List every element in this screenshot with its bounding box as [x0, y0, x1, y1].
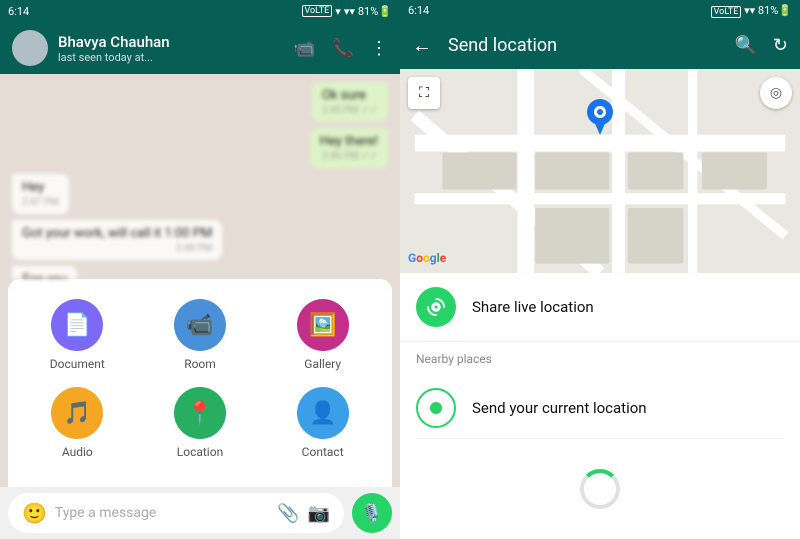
current-location-icon — [416, 388, 456, 428]
attachment-panel: 📄 Document 📹 Room 🖼️ Gallery 🎵 Audio 📍 L… — [8, 279, 392, 487]
location-header: ← Send location 🔍 ↻ — [400, 21, 800, 69]
chat-messages: Ok sure 2:45 PM ✓✓ Hey there! 2:46 PM ✓✓… — [0, 74, 400, 279]
left-time: 6:14 — [8, 5, 29, 18]
left-status-icons: VoLTE ▾ ▾▾ 81%🔋 — [302, 5, 393, 18]
attach-document[interactable]: 📄 Document — [24, 299, 131, 371]
document-icon: 📄 — [51, 299, 103, 351]
message-bubble: Hey there! 2:46 PM ✓✓ — [310, 128, 388, 168]
location-icon: 📍 — [174, 387, 226, 439]
contact-name: Bhavya Chauhan — [58, 33, 283, 51]
attachment-icon[interactable]: 📎 — [277, 503, 299, 524]
live-location-icon — [416, 287, 456, 327]
chat-input-bar: 🙂 Type a message 📎 📷 🎙️ — [0, 487, 400, 539]
attach-gallery[interactable]: 🖼️ Gallery — [269, 299, 376, 371]
right-panel: 6:14 VoLTE ▾▾ 81%🔋 ← Send location 🔍 ↻ — [400, 0, 800, 539]
voice-call-icon[interactable]: 📞 — [332, 38, 354, 59]
spinner-animation — [580, 469, 620, 509]
message-time: 2:48 PM — [22, 243, 212, 254]
live-location-label: Share live location — [472, 298, 594, 316]
right-volte-icon: VoLTE — [711, 6, 742, 18]
contact-info: Bhavya Chauhan last seen today at... — [58, 33, 283, 64]
left-panel: 6:14 VoLTE ▾ ▾▾ 81%🔋 Bhavya Chauhan last… — [0, 0, 400, 539]
my-location-button[interactable]: ◎ — [760, 77, 792, 109]
contact-label: Contact — [302, 445, 344, 459]
attach-room[interactable]: 📹 Room — [147, 299, 254, 371]
message-text: See you — [22, 272, 67, 279]
message-text: Got your work, will call it 1:00 PM — [22, 226, 212, 241]
attach-audio[interactable]: 🎵 Audio — [24, 387, 131, 459]
mic-button[interactable]: 🎙️ — [352, 493, 392, 533]
message-text: Hey — [22, 180, 59, 195]
attachment-grid: 📄 Document 📹 Room 🖼️ Gallery 🎵 Audio 📍 L… — [24, 299, 376, 459]
right-time: 6:14 — [408, 4, 429, 17]
message-text: Ok sure — [322, 88, 378, 103]
message-time: 2:46 PM ✓✓ — [320, 151, 378, 162]
room-icon: 📹 — [174, 299, 226, 351]
location-header-icons: 🔍 ↻ — [734, 35, 788, 56]
message-input[interactable]: Type a message — [55, 505, 269, 521]
google-logo: Google — [408, 251, 446, 265]
back-button[interactable]: ← — [412, 33, 432, 58]
room-label: Room — [184, 357, 216, 371]
audio-icon: 🎵 — [51, 387, 103, 439]
attach-location[interactable]: 📍 Location — [147, 387, 254, 459]
nearby-places-label: Nearby places — [416, 352, 784, 366]
message-bubble: See you 2:48 PM — [12, 266, 77, 279]
current-location-label: Send your current location — [472, 399, 647, 417]
avatar — [12, 30, 48, 66]
gallery-icon: 🖼️ — [297, 299, 349, 351]
message-bubble: Ok sure 2:45 PM ✓✓ — [312, 82, 388, 122]
map-expand-button[interactable]: ⛶ — [408, 77, 440, 109]
wifi-icon: ▾ — [335, 5, 341, 18]
message-bubble: Hey 2:47 PM — [12, 174, 69, 214]
battery-icon: 81%🔋 — [358, 5, 392, 18]
video-call-icon[interactable]: 📹 — [293, 38, 315, 59]
left-status-bar: 6:14 VoLTE ▾ ▾▾ 81%🔋 — [0, 0, 400, 22]
contact-icon: 👤 — [297, 387, 349, 439]
audio-label: Audio — [62, 445, 93, 459]
expand-icon: ⛶ — [419, 85, 429, 101]
map-container: ⛶ ◎ Google — [400, 69, 800, 273]
message-time: 2:45 PM ✓✓ — [322, 105, 378, 116]
search-icon[interactable]: 🔍 — [734, 35, 756, 56]
location-dot — [430, 402, 442, 414]
loading-spinner — [400, 439, 800, 539]
map-pin — [585, 99, 615, 141]
camera-icon[interactable]: 📷 — [308, 503, 330, 524]
attach-contact[interactable]: 👤 Contact — [269, 387, 376, 459]
page-title: Send location — [448, 35, 718, 56]
crosshair-icon: ◎ — [770, 85, 782, 101]
message-input-box: 🙂 Type a message 📎 📷 — [8, 493, 344, 533]
message-text: Hey there! — [320, 134, 378, 149]
document-label: Document — [50, 357, 105, 371]
send-current-location-row[interactable]: Send your current location — [400, 378, 800, 438]
chat-header-icons: 📹 📞 ⋮ — [293, 38, 388, 59]
message-bubble: Got your work, will call it 1:00 PM 2:48… — [12, 220, 222, 260]
right-status-icons: VoLTE ▾▾ 81%🔋 — [711, 4, 792, 17]
nearby-section: Nearby places — [400, 342, 800, 378]
emoji-icon[interactable]: 🙂 — [22, 501, 47, 525]
location-label: Location — [177, 445, 223, 459]
more-options-icon[interactable]: ⋮ — [370, 38, 388, 59]
volte-icon: VoLTE — [302, 5, 333, 17]
gallery-label: Gallery — [304, 357, 341, 371]
refresh-icon[interactable]: ↻ — [773, 35, 788, 56]
right-wifi-icon: ▾▾ 81%🔋 — [744, 4, 792, 17]
signal-icon: ▾▾ — [344, 5, 355, 18]
chat-header: Bhavya Chauhan last seen today at... 📹 📞… — [0, 22, 400, 74]
share-live-location-row[interactable]: Share live location — [400, 273, 800, 342]
contact-status: last seen today at... — [58, 51, 283, 64]
right-status-bar: 6:14 VoLTE ▾▾ 81%🔋 — [400, 0, 800, 21]
message-time: 2:47 PM — [22, 197, 59, 208]
